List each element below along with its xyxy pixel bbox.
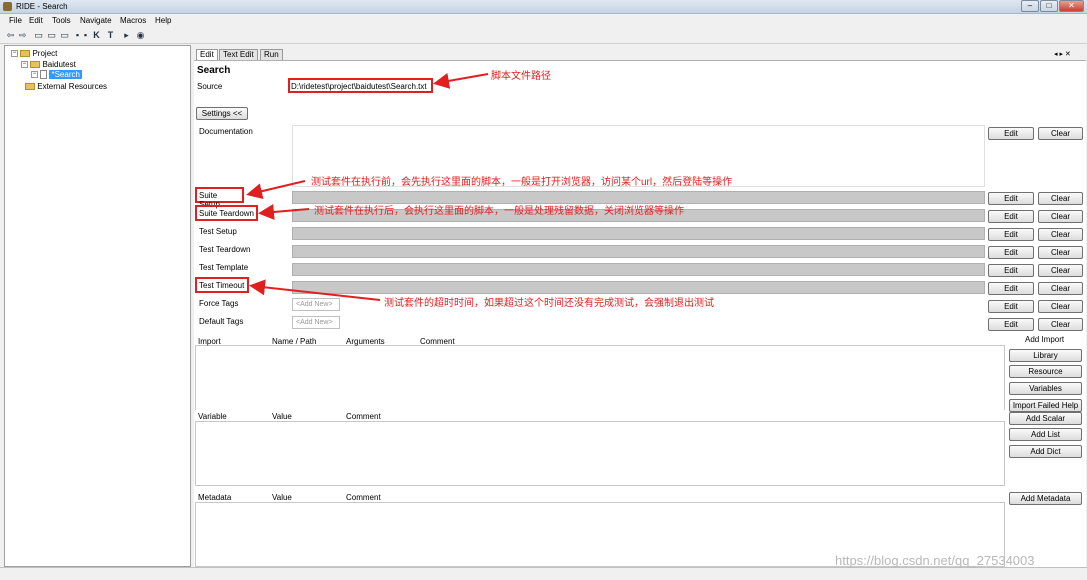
- watermark: https://blog.csdn.net/qq_27534003: [835, 553, 1035, 568]
- annotation-source: 脚本文件路径: [491, 71, 551, 82]
- annotation-test-timeout: 测试套件的超时时间，如果超过这个时间还没有完成测试，会强制退出测试: [384, 298, 714, 309]
- status-bar: [0, 567, 1087, 580]
- arrow-source: [433, 73, 489, 89]
- annotation-arrows: [246, 73, 489, 301]
- annotation-suite-setup: 测试套件在执行前，会先执行这里面的脚本，一般是打开浏览器，访问某个url，然后登…: [311, 177, 733, 188]
- arrow-suite-teardown: [258, 204, 310, 220]
- annotation-suite-teardown: 测试套件在执行后，会执行这里面的脚本，一般是处理残留数据，关闭浏览器等操作: [314, 206, 684, 217]
- arrow-suite-setup: [246, 180, 306, 200]
- arrow-test-timeout: [249, 279, 381, 301]
